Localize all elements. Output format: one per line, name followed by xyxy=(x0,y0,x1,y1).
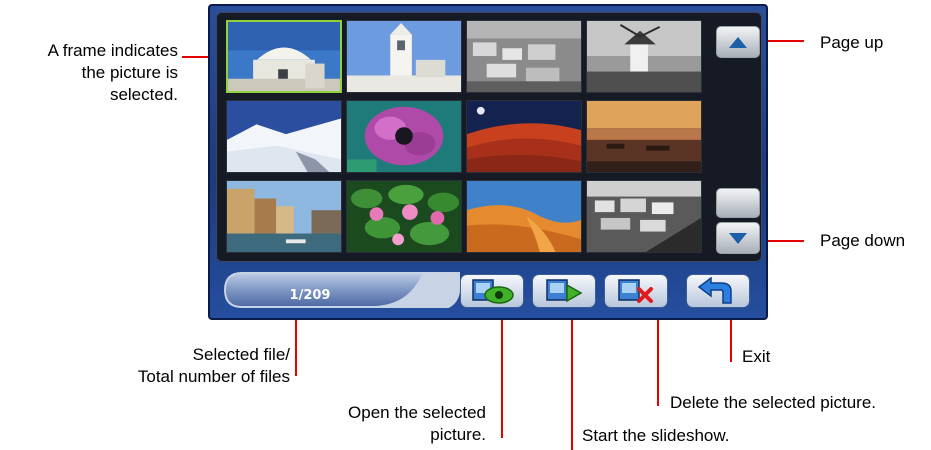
exit-button[interactable] xyxy=(686,274,750,308)
arrow-up-icon xyxy=(729,36,747,48)
leader-delete xyxy=(657,310,659,406)
thumbnail[interactable] xyxy=(226,180,342,253)
file-counter-text: 1/209 xyxy=(289,288,331,303)
slideshow-button[interactable] xyxy=(532,274,596,308)
thumbnail[interactable] xyxy=(466,180,582,253)
arrow-down-icon xyxy=(729,232,747,244)
delete-picture-button[interactable] xyxy=(604,274,668,308)
page-down-button[interactable] xyxy=(716,222,760,254)
thumbnail-grid xyxy=(216,12,762,262)
scroll-thumb[interactable] xyxy=(716,188,760,218)
thumbnail[interactable] xyxy=(586,20,702,93)
scroll-track[interactable] xyxy=(716,70,760,186)
back-arrow-icon xyxy=(697,277,732,304)
thumbnail[interactable] xyxy=(346,100,462,173)
callout-page-down: Page down xyxy=(820,231,906,250)
delete-picture-icon xyxy=(618,279,653,303)
callout-frame: A frame indicates the picture is selecte… xyxy=(47,41,178,104)
eye-picture-icon xyxy=(472,279,514,304)
play-picture-icon xyxy=(546,279,583,303)
thumbnail[interactable] xyxy=(586,100,702,173)
page-up-button[interactable] xyxy=(716,26,760,58)
callout-page-up: Page up xyxy=(820,33,884,52)
callout-delete: Delete the selected picture. xyxy=(670,393,877,412)
callout-open: Open the selected picture. xyxy=(348,403,486,444)
thumbnail[interactable] xyxy=(586,180,702,253)
open-picture-button[interactable] xyxy=(460,274,524,308)
thumbnail[interactable] xyxy=(346,180,462,253)
thumbnail[interactable] xyxy=(466,20,582,93)
callout-slideshow: Start the slideshow. xyxy=(582,426,730,445)
callout-selected-file: Selected file/ Total number of files xyxy=(137,345,290,386)
callout-exit: Exit xyxy=(742,347,771,366)
thumbnail[interactable] xyxy=(226,100,342,173)
thumbnail-selected[interactable] xyxy=(226,20,342,93)
leader-slideshow xyxy=(571,300,573,450)
picture-viewer-screen: 1/209 xyxy=(208,4,768,320)
thumbnail[interactable] xyxy=(466,100,582,173)
thumbnail[interactable] xyxy=(346,20,462,93)
leader-open xyxy=(501,300,503,438)
